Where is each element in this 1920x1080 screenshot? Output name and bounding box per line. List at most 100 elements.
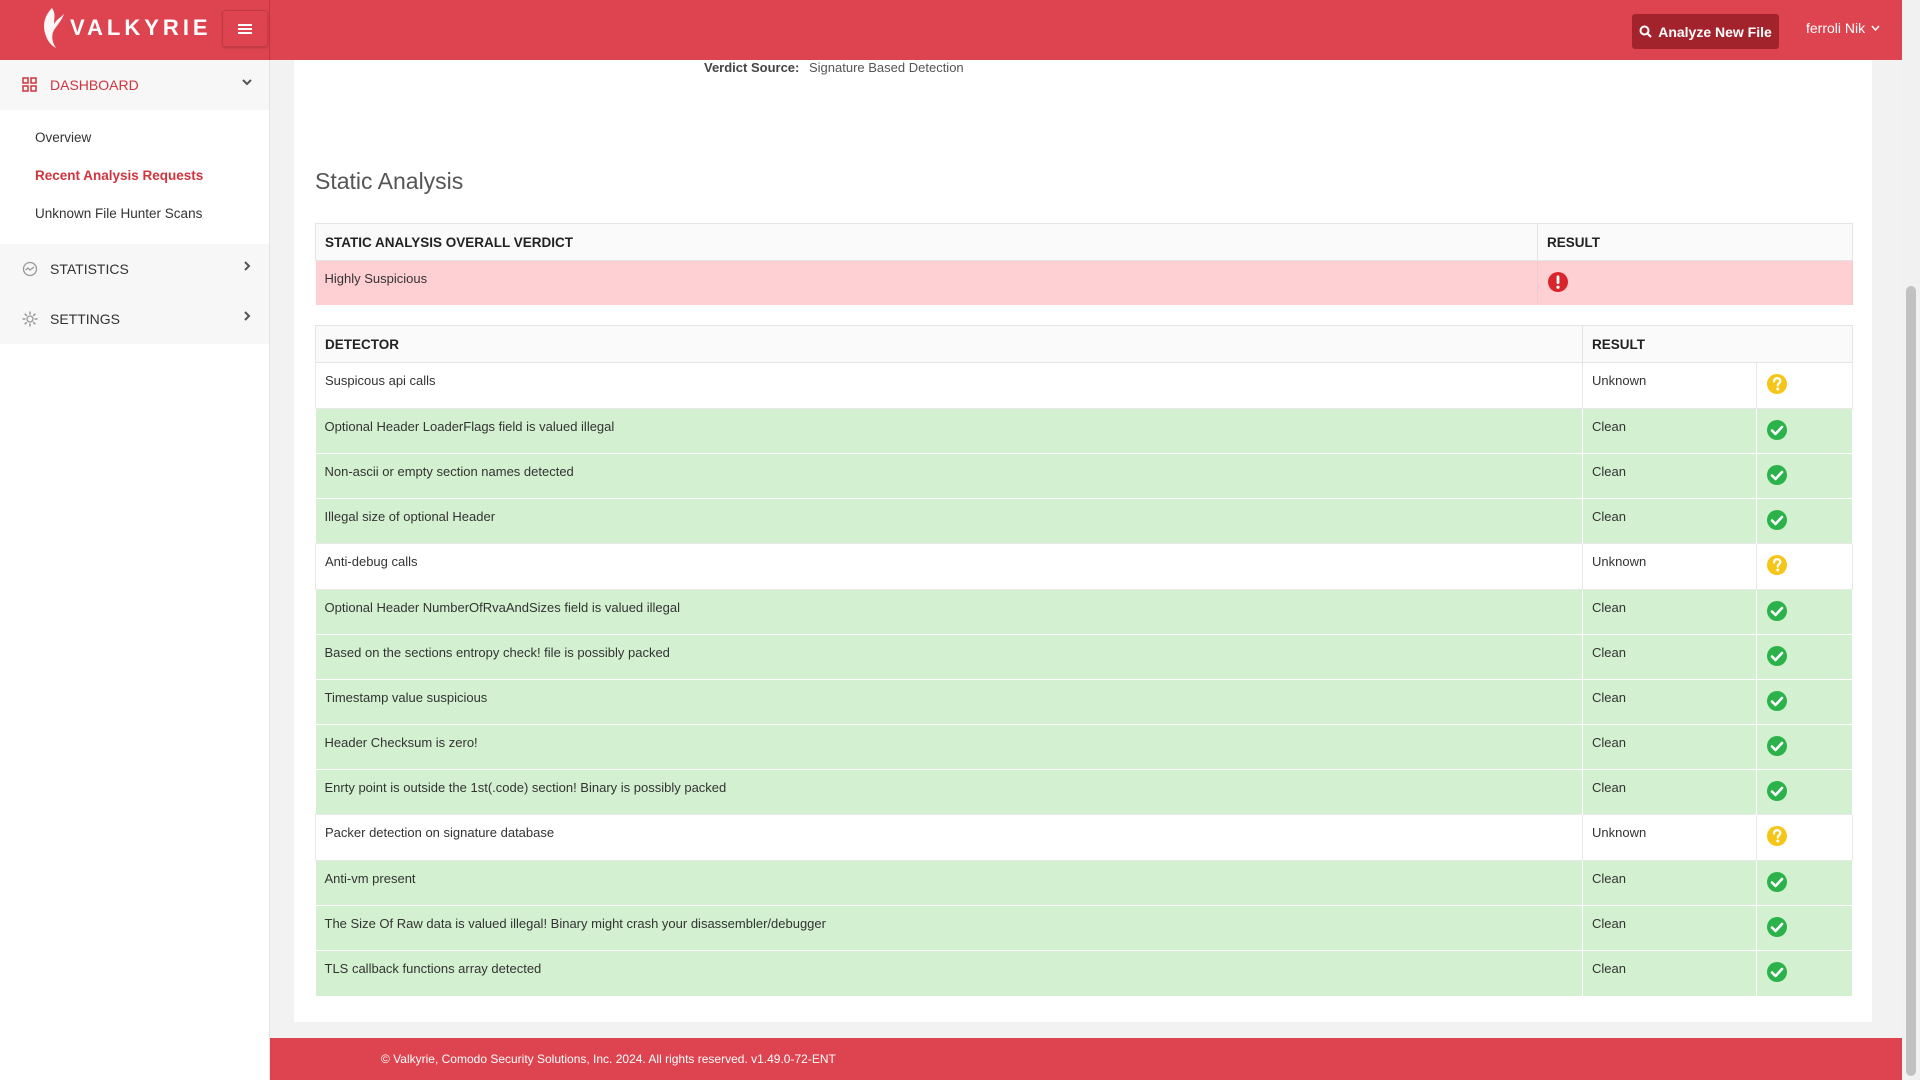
detector-table-body: Suspicous api calls Unknown Optional Heade… [315, 362, 1853, 996]
check-icon [1767, 917, 1787, 937]
detector-result-icon-cell [1756, 362, 1853, 409]
column-header-overall-verdict: STATIC ANALYSIS OVERALL VERDICT [315, 223, 1538, 261]
valkyrie-logo[interactable]: VALKYRIE [38, 6, 212, 50]
error-icon [1548, 272, 1568, 292]
detector-name: Packer detection on signature database [315, 814, 1583, 861]
table-row: Anti-vm present Clean [315, 860, 1853, 906]
dashboard-submenu: Overview Recent Analysis Requests Unknow… [0, 110, 269, 244]
column-header-result: RESULT [1582, 325, 1757, 363]
detector-result: Clean [1582, 769, 1757, 815]
top-navbar: VALKYRIE Analyze New File ferroli Nik [0, 0, 1902, 60]
hamburger-menu-button[interactable] [222, 10, 268, 47]
search-icon [1639, 25, 1652, 38]
sidebar-item-settings[interactable]: SETTINGS [0, 294, 269, 344]
detector-result: Clean [1582, 408, 1757, 454]
detector-result-icon-cell [1756, 860, 1853, 906]
check-icon [1767, 510, 1787, 530]
table-row: Header Checksum is zero! Clean [315, 724, 1853, 770]
table-row: Suspicous api calls Unknown [315, 362, 1853, 409]
table-row: Anti-debug calls Unknown [315, 543, 1853, 590]
table-row: Optional Header NumberOfRvaAndSizes fiel… [315, 589, 1853, 635]
table-row: Timestamp value suspicious Clean [315, 679, 1853, 725]
table-row: Enrty point is outside the 1st(.code) se… [315, 769, 1853, 815]
table-row: The Size Of Raw data is valued illegal! … [315, 905, 1853, 951]
statistics-icon [22, 261, 38, 277]
sidebar-item-unknown-file-hunter-scans[interactable]: Unknown File Hunter Scans [0, 194, 269, 232]
overall-verdict-value: Highly Suspicious [315, 260, 1538, 305]
detector-name: Non-ascii or empty section names detecte… [315, 453, 1583, 499]
analyze-new-file-button[interactable]: Analyze New File [1632, 14, 1779, 49]
detector-result-icon-cell [1756, 634, 1853, 680]
column-header-detector: DETECTOR [315, 325, 1583, 363]
sidebar-item-label: STATISTICS [50, 261, 129, 277]
column-header-icon [1756, 325, 1853, 363]
sidebar-item-dashboard[interactable]: DASHBOARD [0, 60, 269, 110]
chevron-down-icon [242, 79, 252, 86]
detector-name: TLS callback functions array detected [315, 950, 1583, 996]
check-icon [1767, 420, 1787, 440]
verdict-source-label: Verdict Source: [704, 60, 800, 75]
table-row: TLS callback functions array detected Cle… [315, 950, 1853, 996]
detector-result: Clean [1582, 905, 1757, 951]
detector-name: Timestamp value suspicious [315, 679, 1583, 725]
detector-result-icon-cell [1756, 905, 1853, 951]
detector-result: Unknown [1582, 362, 1757, 409]
question-icon [1767, 374, 1787, 394]
table-row: Illegal size of optional Header Clean [315, 498, 1853, 544]
scrollbar-thumb[interactable] [1906, 286, 1916, 1076]
sidebar-item-recent-analysis-requests[interactable]: Recent Analysis Requests [0, 156, 269, 194]
vertical-scrollbar[interactable] [1902, 0, 1920, 1080]
detector-name: Optional Header LoaderFlags field is val… [315, 408, 1583, 454]
table-row: Optional Header LoaderFlags field is val… [315, 408, 1853, 454]
detector-name: The Size Of Raw data is valued illegal! … [315, 905, 1583, 951]
detector-result-icon-cell [1756, 498, 1853, 544]
question-icon [1767, 826, 1787, 846]
check-icon [1767, 691, 1787, 711]
detector-result: Clean [1582, 679, 1757, 725]
footer: © Valkyrie, Comodo Security Solutions, I… [270, 1038, 1902, 1080]
detector-result-icon-cell [1756, 543, 1853, 590]
table-row: Non-ascii or empty section names detecte… [315, 453, 1853, 499]
detector-result: Clean [1582, 589, 1757, 635]
check-icon [1767, 781, 1787, 801]
check-icon [1767, 646, 1787, 666]
menu-icon [238, 23, 252, 34]
overall-verdict-table: STATIC ANALYSIS OVERALL VERDICT RESULT H… [315, 223, 1853, 305]
sidebar: DASHBOARD Overview Recent Analysis Reque… [0, 60, 270, 1080]
user-name: ferroli Nik [1806, 20, 1866, 36]
check-icon [1767, 736, 1787, 756]
detector-name: Illegal size of optional Header [315, 498, 1583, 544]
sidebar-item-overview[interactable]: Overview [0, 118, 269, 156]
sidebar-item-statistics[interactable]: STATISTICS [0, 244, 269, 294]
detector-name: Optional Header NumberOfRvaAndSizes fiel… [315, 589, 1583, 635]
table-row: Packer detection on signature database Un… [315, 814, 1853, 861]
detector-result: Unknown [1582, 543, 1757, 590]
valkyrie-wing-icon [44, 8, 64, 48]
section-title-static-analysis: Static Analysis [315, 168, 464, 194]
gear-icon [22, 311, 38, 327]
detector-result-icon-cell [1756, 679, 1853, 725]
analyze-button-label: Analyze New File [1658, 23, 1772, 40]
detector-result-icon-cell [1756, 769, 1853, 815]
detector-name: Header Checksum is zero! [315, 724, 1583, 770]
check-icon [1767, 465, 1787, 485]
detector-result-icon-cell [1756, 814, 1853, 861]
footer-copyright: © Valkyrie, Comodo Security Solutions, I… [381, 1052, 836, 1066]
detector-name: Based on the sections entropy check! fil… [315, 634, 1583, 680]
detector-result-icon-cell [1756, 950, 1853, 996]
chevron-right-icon [244, 311, 251, 321]
sidebar-group-statistics: STATISTICS SETTINGS [0, 244, 269, 344]
detector-name: Anti-debug calls [315, 543, 1583, 590]
detector-result: Clean [1582, 634, 1757, 680]
detector-result: Clean [1582, 724, 1757, 770]
check-icon [1767, 872, 1787, 892]
verdict-source: Verdict Source: Signature Based Detectio… [704, 60, 964, 75]
user-menu[interactable]: ferroli Nik [1806, 20, 1880, 36]
check-icon [1767, 962, 1787, 982]
grid-icon [22, 77, 37, 92]
sidebar-item-label: SETTINGS [50, 311, 121, 327]
detector-name: Enrty point is outside the 1st(.code) se… [315, 769, 1583, 815]
detector-result: Clean [1582, 860, 1757, 906]
detector-result: Clean [1582, 453, 1757, 499]
table-row: Highly Suspicious [315, 260, 1853, 305]
